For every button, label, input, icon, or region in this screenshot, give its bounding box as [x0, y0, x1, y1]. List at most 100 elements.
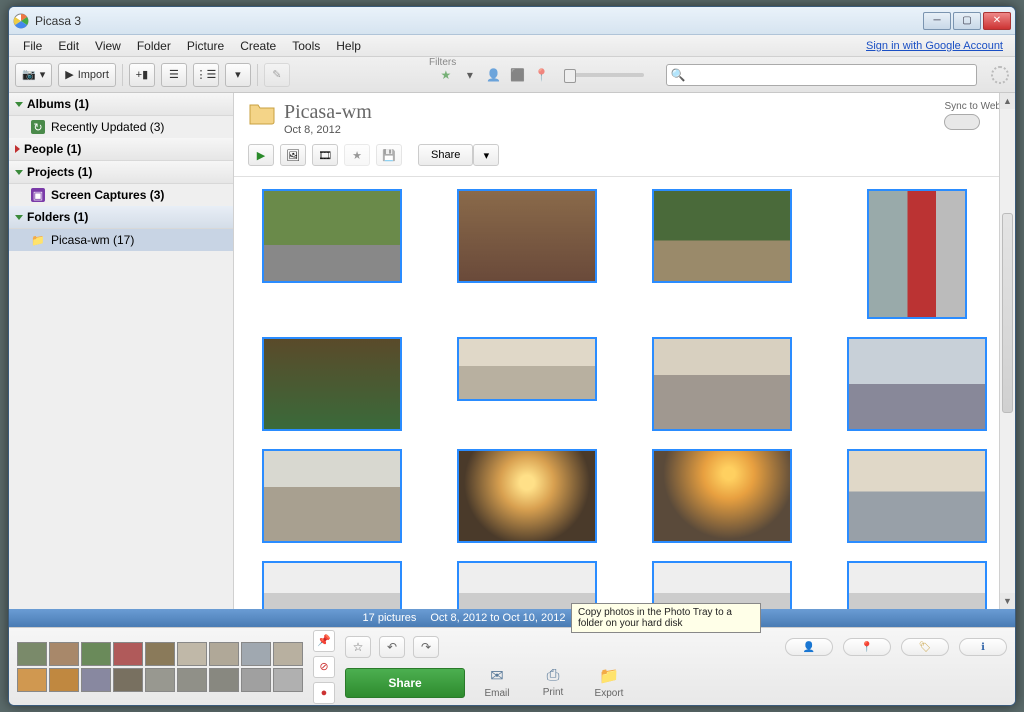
photo-thumb[interactable] [457, 189, 597, 283]
tray-thumb[interactable] [273, 668, 303, 692]
tray-thumb[interactable] [273, 642, 303, 666]
pin-tray-button[interactable]: 📌 [313, 630, 335, 652]
menu-help[interactable]: Help [328, 37, 369, 55]
tray-thumb[interactable] [17, 642, 47, 666]
print-icon: ⎙ [547, 667, 560, 685]
photo-thumb[interactable] [457, 449, 597, 543]
vertical-scrollbar[interactable]: ▲ ▼ [999, 93, 1015, 609]
view-tree-button[interactable]: ⋮☰ [193, 63, 219, 87]
share-big-button[interactable]: Share [345, 668, 465, 698]
menu-picture[interactable]: Picture [179, 37, 232, 55]
import-menu-button[interactable]: 📷▾ [15, 63, 52, 87]
tray-thumb[interactable] [49, 642, 79, 666]
export-tooltip: Copy photos in the Photo Tray to a folde… [571, 603, 761, 633]
email-button[interactable]: ✉Email [473, 666, 521, 699]
star-dropdown-icon[interactable]: ▾ [460, 65, 480, 85]
photo-thumb[interactable] [262, 337, 402, 431]
photo-thumb[interactable] [262, 561, 402, 609]
menu-edit[interactable]: Edit [50, 37, 87, 55]
tray-thumb[interactable] [145, 668, 175, 692]
sidebar-section-albums[interactable]: Albums (1) [9, 93, 233, 116]
filter-slider[interactable] [564, 73, 644, 77]
menu-view[interactable]: View [87, 37, 129, 55]
sync-toggle[interactable] [944, 114, 980, 130]
scroll-up-icon[interactable]: ▲ [1000, 93, 1015, 109]
view-dropdown[interactable]: ▾ [225, 63, 251, 87]
tray-thumb[interactable] [241, 642, 271, 666]
star-selection-button[interactable]: ☆ [345, 636, 371, 658]
rotate-left-button[interactable]: ↶ [379, 636, 405, 658]
scroll-thumb[interactable] [1002, 213, 1013, 413]
geo-filter-icon[interactable]: ⬛ [508, 65, 528, 85]
star-filter-icon[interactable]: ★ [436, 65, 456, 85]
tray-thumb[interactable] [177, 642, 207, 666]
collage-button[interactable]: 🖼 [280, 144, 306, 166]
photo-grid-scroll[interactable] [234, 177, 1015, 609]
signin-link[interactable]: Sign in with Google Account [866, 40, 1009, 52]
sidebar-item-picasa-wm[interactable]: 📁Picasa-wm (17) [9, 229, 233, 251]
tray-thumb[interactable] [17, 668, 47, 692]
add-button[interactable]: +▮ [129, 63, 155, 87]
photo-thumb[interactable] [457, 561, 597, 609]
search-box[interactable]: 🔍 [666, 64, 977, 86]
tray-thumb[interactable] [81, 668, 111, 692]
close-button[interactable]: ✕ [983, 12, 1011, 30]
search-input[interactable] [686, 69, 972, 81]
photo-thumb[interactable] [262, 189, 402, 283]
photo-thumb[interactable] [262, 449, 402, 543]
tray-thumb[interactable] [177, 668, 207, 692]
import-button[interactable]: ▶ Import [58, 63, 116, 87]
save-button[interactable]: 💾 [376, 144, 402, 166]
person-filter-icon[interactable]: 👤 [484, 65, 504, 85]
photo-thumb[interactable] [652, 337, 792, 431]
people-pill[interactable]: 👤 [785, 638, 833, 656]
share-button[interactable]: Share [418, 144, 473, 166]
photo-thumb[interactable] [847, 561, 987, 609]
menu-tools[interactable]: Tools [284, 37, 328, 55]
scroll-down-icon[interactable]: ▼ [1000, 593, 1015, 609]
tray-thumb[interactable] [241, 668, 271, 692]
tray-thumb[interactable] [145, 642, 175, 666]
app-icon [13, 13, 29, 29]
places-pill[interactable]: 📍 [843, 638, 891, 656]
right-pill-bar: 👤 📍 🏷 ℹ [785, 638, 1007, 656]
clear-tray-button[interactable]: ⊘ [313, 656, 335, 678]
print-button[interactable]: ⎙Print [529, 667, 577, 698]
menu-folder[interactable]: Folder [129, 37, 179, 55]
tray-thumb[interactable] [113, 642, 143, 666]
sidebar-section-people[interactable]: People (1) [9, 138, 233, 161]
photo-thumb[interactable] [652, 561, 792, 609]
photo-thumb[interactable] [847, 337, 987, 431]
maximize-button[interactable]: ▢ [953, 12, 981, 30]
tag-filter-icon[interactable]: 📍 [532, 65, 552, 85]
share-dropdown[interactable]: ▾ [473, 144, 499, 166]
tray-thumb[interactable] [209, 668, 239, 692]
menu-file[interactable]: File [15, 37, 50, 55]
tags-pill[interactable]: 🏷 [901, 638, 949, 656]
menu-create[interactable]: Create [232, 37, 284, 55]
photo-thumb[interactable] [847, 449, 987, 543]
minimize-button[interactable]: ─ [923, 12, 951, 30]
sidebar-item-recently-updated[interactable]: ↻Recently Updated (3) [9, 116, 233, 138]
tray-thumb[interactable] [209, 642, 239, 666]
sidebar-item-screen-captures[interactable]: ▣Screen Captures (3) [9, 184, 233, 206]
movie-button[interactable]: 🎞 [312, 144, 338, 166]
export-button[interactable]: 📁Export [585, 666, 633, 699]
photo-thumb[interactable] [867, 189, 967, 319]
sidebar-section-folders[interactable]: Folders (1) [9, 206, 233, 229]
play-slideshow-button[interactable]: ▶ [248, 144, 274, 166]
photo-thumb[interactable] [457, 337, 597, 401]
info-pill[interactable]: ℹ [959, 638, 1007, 656]
photo-thumb[interactable] [652, 189, 792, 283]
sidebar-section-projects[interactable]: Projects (1) [9, 161, 233, 184]
star-album-button[interactable]: ★ [344, 144, 370, 166]
rotate-right-button[interactable]: ↷ [413, 636, 439, 658]
tray-thumb[interactable] [113, 668, 143, 692]
record-button[interactable]: ● [313, 682, 335, 704]
album-actions: ▶ 🖼 🎞 ★ 💾 Share ▾ [234, 140, 1015, 177]
tray-thumb[interactable] [49, 668, 79, 692]
tray-thumb[interactable] [81, 642, 111, 666]
photo-thumb[interactable] [652, 449, 792, 543]
edit-tool-button[interactable]: ✎ [264, 63, 290, 87]
view-list-button[interactable]: ☰ [161, 63, 187, 87]
